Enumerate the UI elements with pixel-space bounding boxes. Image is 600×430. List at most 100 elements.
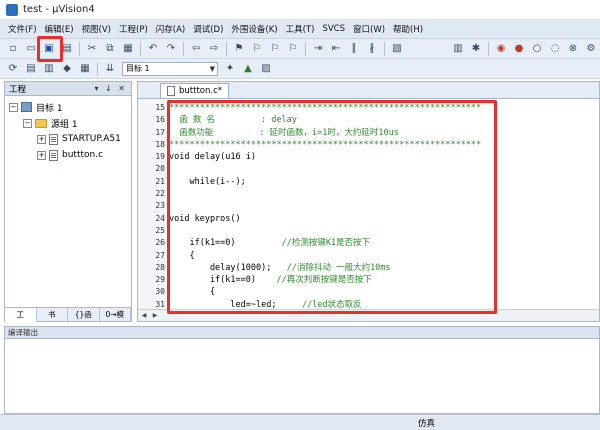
code-line[interactable]: 函 数 名 : delay (169, 114, 599, 126)
bookmark-icon[interactable]: ⚑ (232, 42, 246, 56)
code-line[interactable]: { (169, 286, 599, 298)
unindent-icon[interactable]: ⇤ (329, 42, 343, 56)
title-bar: test - µVision4 (0, 0, 600, 20)
line-number-gutter: 151617181920212223242526272829303132 (138, 99, 169, 309)
menu-window[interactable]: 窗口(W) (349, 23, 389, 35)
code-line[interactable]: { (169, 250, 599, 262)
code-line[interactable]: delay(1000); //消除抖动 一般大约10ms (169, 262, 599, 274)
line-number: 24 (155, 213, 165, 223)
code-line[interactable]: ****************************************… (169, 139, 599, 151)
code-comment: //led状态取反 (276, 299, 362, 309)
settings-gear-icon[interactable]: ⚙ (584, 42, 598, 56)
tree-item-label: buttton.c (62, 150, 104, 160)
stop-build-icon[interactable]: ◆ (60, 62, 74, 76)
folder-icon (35, 118, 47, 128)
copy-icon[interactable]: ⧉ (103, 42, 117, 56)
scroll-right-icon[interactable]: ▶ (150, 311, 160, 320)
tab-templates[interactable]: 0→模 (100, 307, 131, 322)
menu-tools[interactable]: 工具(T) (282, 23, 319, 35)
target-options-wand-icon[interactable]: ✦ (223, 62, 237, 76)
manage-components-icon[interactable]: ▲ (241, 62, 255, 76)
bookmark-next-icon[interactable]: ⚐ (268, 42, 282, 56)
code-line[interactable]: while(i--); (169, 176, 599, 188)
target-options-icon[interactable]: ▥ (451, 42, 465, 56)
tab-functions[interactable]: {}函 (68, 307, 100, 322)
download-icon[interactable]: ▦ (78, 62, 92, 76)
code-line[interactable] (169, 163, 599, 175)
tree-toggle[interactable]: + (37, 150, 46, 160)
horizontal-scrollbar[interactable]: ◀ ▶ (138, 309, 599, 321)
menu-edit[interactable]: 编辑(E) (41, 23, 78, 35)
toolbar-separator (384, 41, 385, 56)
tree-toggle[interactable]: − (23, 118, 32, 128)
select-device-icon[interactable]: ▨ (259, 62, 273, 76)
indent-icon[interactable]: ⇥ (311, 42, 325, 56)
code-line[interactable] (169, 200, 599, 212)
nav-back-icon[interactable]: ⇦ (189, 42, 203, 56)
panel-controls[interactable]: ▾ ↓ ✕ (94, 84, 127, 93)
breakpoint-icon[interactable]: ● (512, 42, 526, 56)
code-line[interactable] (169, 188, 599, 200)
cut-icon[interactable]: ✂ (85, 42, 99, 56)
new-file-icon[interactable]: ▫ (6, 42, 20, 56)
code-line[interactable] (169, 225, 599, 237)
code-view[interactable]: 151617181920212223242526272829303132 ***… (138, 99, 599, 309)
menu-peripherals[interactable]: 外围设备(K) (227, 23, 281, 35)
config-icon[interactable]: ✱ (469, 42, 483, 56)
tree-toggle[interactable]: + (37, 134, 46, 144)
find-in-files-icon[interactable]: ▧ (390, 42, 404, 56)
rebuild-icon[interactable]: ▥ (42, 62, 56, 76)
code-line[interactable]: led=~led; //led状态取反 (169, 299, 599, 309)
breakpoint-clear-icon[interactable]: ⊗ (566, 42, 580, 56)
bookmark-clear-icon[interactable]: ⚐ (286, 42, 300, 56)
bookmark-prev-icon[interactable]: ⚐ (250, 42, 264, 56)
target-select[interactable]: 目标 1 ▼ (122, 61, 218, 76)
build-icon[interactable]: ▤ (24, 62, 38, 76)
code-line[interactable]: 函数功能 : 延时函数，i=1时，大约延时10us (169, 127, 599, 139)
code-editor[interactable]: ****************************************… (169, 99, 599, 309)
nav-forward-icon[interactable]: ⇨ (207, 42, 221, 56)
code-line[interactable]: void keypros() (169, 213, 599, 225)
menu-debug[interactable]: 调试(D) (189, 23, 227, 35)
tree-toggle[interactable]: − (9, 102, 18, 112)
tab-project[interactable]: 工 (5, 307, 37, 322)
load-icon[interactable]: ⇊ (103, 62, 117, 76)
code-text: { (169, 250, 195, 261)
code-comment: //检测按键K1是否按下 (235, 238, 371, 249)
code-line[interactable]: void delay(u16 i) (169, 151, 599, 163)
paste-icon[interactable]: ▦ (121, 42, 135, 56)
breakpoint-disable-icon[interactable]: ○ (530, 42, 544, 56)
menu-flash[interactable]: 闪存(A) (152, 23, 189, 35)
open-file-icon[interactable]: ▭ (24, 42, 38, 56)
menu-view[interactable]: 视图(V) (78, 23, 115, 35)
translate-icon[interactable]: ⟳ (6, 62, 20, 76)
debug-start-icon[interactable]: ◉ (494, 42, 508, 56)
tab-books[interactable]: 书 (37, 307, 68, 322)
code-line[interactable]: if(k1==0) //再次判断按键是否按下 (169, 274, 599, 286)
file-icon (49, 149, 58, 161)
undo-icon[interactable]: ↶ (146, 42, 160, 56)
code-line[interactable]: ****************************************… (169, 102, 599, 114)
tree-item-target[interactable]: − 目标 1 (5, 99, 131, 115)
save-all-icon[interactable]: ▤ (60, 42, 74, 56)
redo-icon[interactable]: ↷ (164, 42, 178, 56)
menu-svcs[interactable]: SVCS (318, 24, 349, 34)
menu-project[interactable]: 工程(P) (115, 23, 152, 35)
breakpoint-kill-icon[interactable]: ◌ (548, 42, 562, 56)
tree-item-button-c[interactable]: + buttton.c (5, 147, 131, 163)
menu-bar: 文件(F) 编辑(E) 视图(V) 工程(P) 闪存(A) 调试(D) 外围设备… (0, 20, 600, 39)
menu-file[interactable]: 文件(F) (4, 23, 41, 35)
uncomment-icon[interactable]: ∦ (365, 42, 379, 56)
line-number: 22 (155, 189, 165, 199)
file-toolbar: ▫ ▭ ▣ ▤ ✂ ⧉ ▦ ↶ ↷ ⇦ ⇨ ⚑ ⚐ ⚐ ⚐ ⇥ ⇤ ∥ ∦ ▧ … (0, 39, 600, 59)
editor-tab-button-c[interactable]: buttton.c* (160, 83, 229, 98)
tree-item-group[interactable]: − 源组 1 (5, 115, 131, 131)
comment-icon[interactable]: ∥ (347, 42, 361, 56)
code-text: { (169, 287, 216, 298)
save-icon[interactable]: ▣ (42, 42, 56, 56)
toolbar-separator (488, 41, 489, 56)
menu-help[interactable]: 帮助(H) (389, 23, 427, 35)
code-line[interactable]: if(k1==0) //检测按键K1是否按下 (169, 237, 599, 249)
tree-item-startup[interactable]: + STARTUP.A51 (5, 131, 131, 147)
scroll-left-icon[interactable]: ◀ (139, 311, 149, 320)
